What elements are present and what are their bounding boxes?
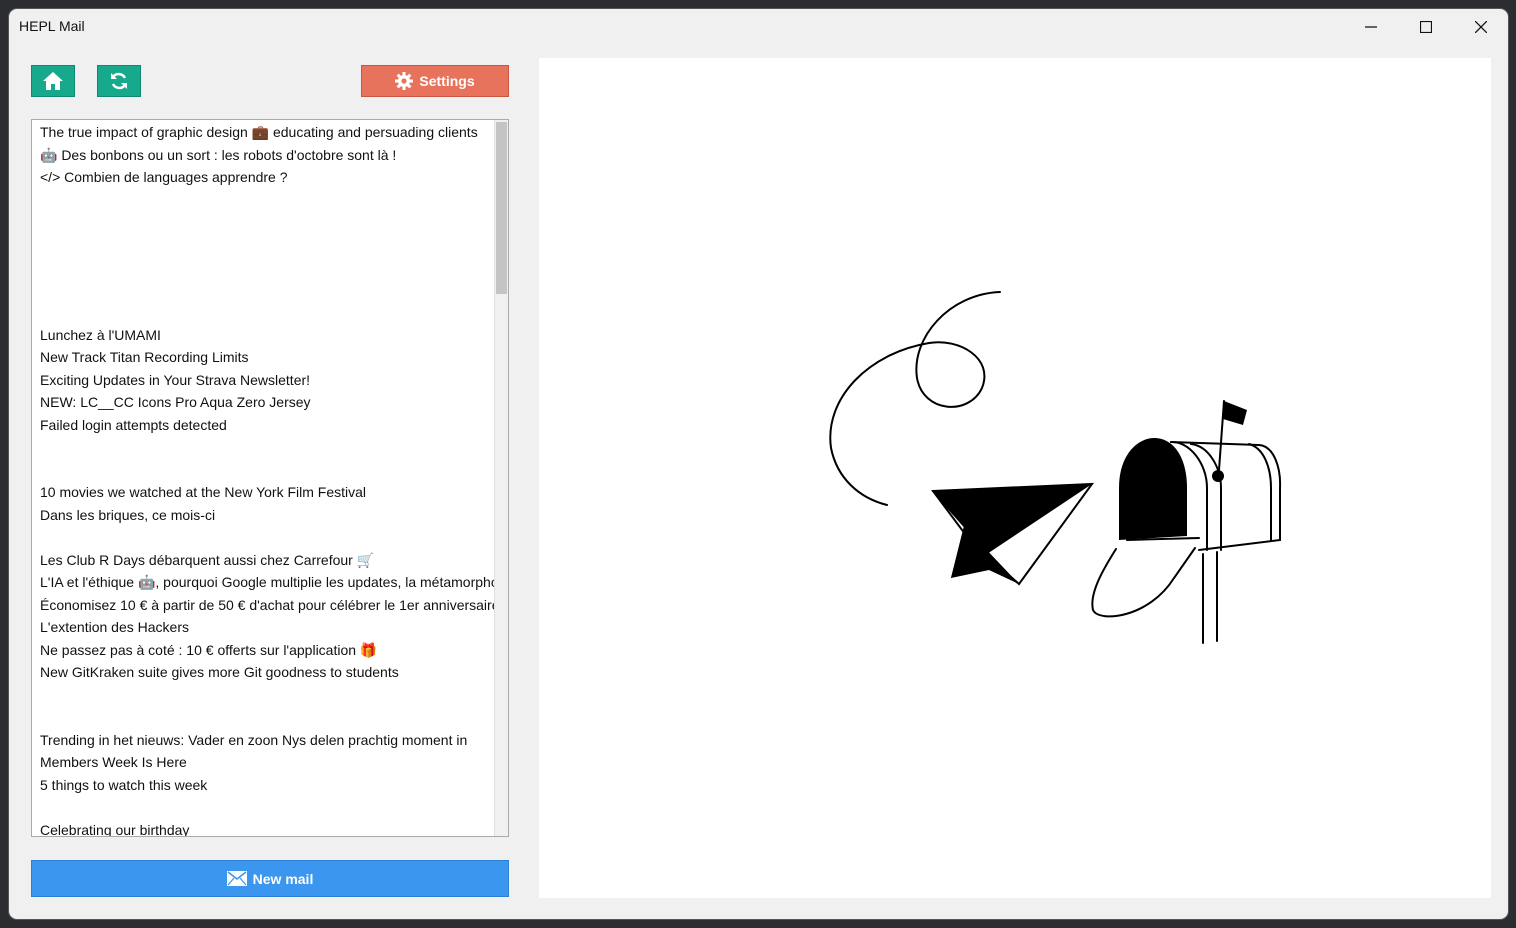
mail-list-item[interactable]: New GitKraken suite gives more Git goodn… xyxy=(40,664,399,680)
settings-button[interactable]: Settings xyxy=(361,65,509,97)
mail-list-item[interactable]: </> Combien de languages apprendre ? xyxy=(40,169,288,185)
mail-list-item[interactable]: Dans les briques, ce mois-ci xyxy=(40,507,215,523)
mail-list-item[interactable]: Économisez 10 € à partir de 50 € d'achat… xyxy=(40,597,500,613)
minimize-icon xyxy=(1365,26,1377,28)
mail-list-item[interactable]: 10 movies we watched at the New York Fil… xyxy=(40,484,366,500)
mail-list-item[interactable]: Les Club R Days débarquent aussi chez Ca… xyxy=(40,552,374,569)
mail-list-item[interactable]: New Track Titan Recording Limits xyxy=(40,349,249,365)
maximize-button[interactable] xyxy=(1399,9,1453,45)
mail-list-item[interactable]: Ne passez pas à coté : 10 € offerts sur … xyxy=(40,642,377,659)
close-icon xyxy=(1475,21,1487,33)
new-mail-button[interactable]: New mail xyxy=(31,860,509,897)
mail-list-item[interactable]: The true impact of graphic design 💼 educ… xyxy=(40,124,478,141)
settings-label: Settings xyxy=(419,73,475,89)
mail-list-item[interactable]: NEW: LC__CC Icons Pro Aqua Zero Jersey xyxy=(40,394,311,410)
gear-icon xyxy=(395,72,414,90)
mail-preview-pane xyxy=(539,58,1491,898)
mail-list-item[interactable]: Failed login attempts detected xyxy=(40,417,227,433)
home-button[interactable] xyxy=(31,65,75,97)
mail-list[interactable]: The true impact of graphic design 💼 educ… xyxy=(31,119,509,837)
mailbox-illustration xyxy=(829,291,1282,644)
window-title: HEPL Mail xyxy=(19,18,85,34)
envelope-icon xyxy=(226,871,247,886)
scrollbar-thumb[interactable] xyxy=(496,122,507,294)
mail-list-item[interactable]: 5 things to watch this week xyxy=(40,777,207,793)
mail-list-item[interactable]: Exciting Updates in Your Strava Newslett… xyxy=(40,372,310,388)
mail-list-item[interactable]: Members Week Is Here xyxy=(40,754,187,770)
mail-list-item[interactable]: Lunchez à l'UMAMI xyxy=(40,327,161,343)
mail-list-item[interactable]: Celebrating our birthday xyxy=(40,822,189,836)
mail-list-item[interactable]: L'extention des Hackers xyxy=(40,619,189,635)
mail-list-item[interactable]: Trending in het nieuws: Vader en zoon Ny… xyxy=(40,732,467,748)
mail-list-scrollbar[interactable] xyxy=(494,120,508,836)
refresh-icon xyxy=(111,72,127,90)
app-window: HEPL Mail Settings The true impact of gr… xyxy=(9,9,1508,919)
maximize-icon xyxy=(1420,21,1432,33)
title-bar: HEPL Mail xyxy=(9,9,1508,45)
mail-list-item[interactable]: L'IA et l'éthique 🤖, pourquoi Google mul… xyxy=(40,574,508,591)
refresh-button[interactable] xyxy=(97,65,141,97)
close-button[interactable] xyxy=(1454,9,1508,45)
minimize-button[interactable] xyxy=(1344,9,1398,45)
mail-list-item[interactable]: 🤖 Des bonbons ou un sort : les robots d'… xyxy=(40,147,396,164)
home-icon xyxy=(43,72,63,90)
new-mail-label: New mail xyxy=(252,870,314,887)
